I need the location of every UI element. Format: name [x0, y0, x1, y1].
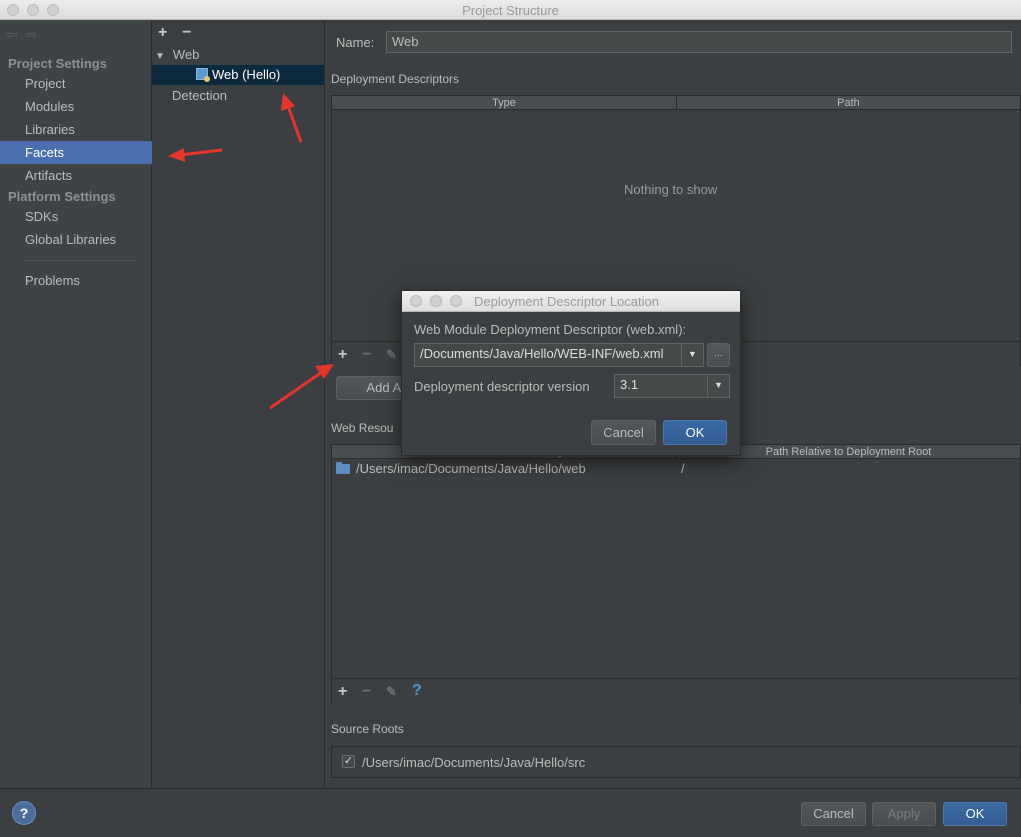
apply-button[interactable]: Apply — [872, 802, 936, 826]
forward-arrow-icon[interactable]: ⇨ — [26, 26, 38, 42]
table-row[interactable]: /Users/imac/Documents/Java/Hello/web — [336, 460, 676, 478]
cancel-button[interactable]: Cancel — [801, 802, 866, 826]
platform-settings-header: Platform Settings — [8, 189, 116, 204]
facet-name-input[interactable]: Web — [386, 31, 1012, 53]
column-path[interactable]: Path — [677, 96, 1020, 110]
add-web-resource-button[interactable]: + — [338, 684, 347, 700]
add-descriptor-button[interactable]: + — [338, 347, 347, 363]
folder-icon — [336, 462, 350, 474]
remove-facet-button[interactable]: − — [182, 25, 191, 41]
project-settings-header: Project Settings — [8, 56, 107, 71]
dialog-close-icon[interactable] — [410, 295, 422, 307]
edit-web-resource-pencil-icon[interactable]: ✎ — [386, 684, 397, 700]
remove-descriptor-button[interactable]: − — [362, 347, 371, 363]
tree-node-web-hello-label: Web (Hello) — [212, 67, 281, 82]
tree-node-web[interactable]: ▼ Web — [152, 45, 324, 65]
source-root-path: /Users/imac/Documents/Java/Hello/src — [362, 755, 586, 770]
empty-table-message: Nothing to show — [624, 182, 718, 197]
window-title-bar: Project Structure — [0, 0, 1021, 20]
sidebar-item-artifacts[interactable]: Artifacts — [0, 164, 152, 187]
sidebar-item-modules[interactable]: Modules — [0, 95, 152, 118]
sidebar-item-libraries[interactable]: Libraries — [0, 118, 152, 141]
descriptor-version-label: Deployment descriptor version — [414, 379, 590, 394]
sidebar-item-project[interactable]: Project — [0, 72, 152, 95]
descriptor-path-combo[interactable]: /Documents/Java/Hello/WEB-INF/web.xml ▼ — [414, 343, 704, 367]
facets-tree-pane: + − ▼ Web Web (Hello) Detection — [152, 20, 325, 788]
source-root-checkbox[interactable]: ✓ — [342, 755, 355, 768]
web-resource-directories-label: Web Resou — [331, 421, 394, 435]
descriptor-version-select[interactable]: 3.1 ▼ — [614, 374, 730, 398]
dialog-maximize-icon[interactable] — [450, 295, 462, 307]
deployment-descriptors-label: Deployment Descriptors — [331, 72, 460, 86]
edit-descriptor-pencil-icon[interactable]: ✎ — [386, 347, 397, 363]
relative-path-cell[interactable]: / — [681, 460, 685, 478]
dialog-title-bar: Deployment Descriptor Location — [402, 291, 740, 312]
remove-web-resource-button[interactable]: − — [362, 684, 371, 700]
expand-triangle-icon[interactable]: ▼ — [155, 51, 165, 62]
name-label: Name: — [336, 35, 375, 50]
nav-history: ⇦ ⇨ — [6, 26, 45, 43]
sidebar-item-sdks[interactable]: SDKs — [0, 205, 152, 228]
tree-node-web-hello[interactable]: Web (Hello) — [152, 65, 324, 85]
back-arrow-icon[interactable]: ⇦ — [6, 26, 18, 42]
descriptor-path-value: /Documents/Java/Hello/WEB-INF/web.xml — [420, 346, 664, 361]
sidebar-item-problems[interactable]: Problems — [0, 269, 152, 292]
dialog-title: Deployment Descriptor Location — [474, 294, 659, 309]
dialog-button-bar: ? Cancel Apply OK — [0, 788, 1021, 837]
window-title: Project Structure — [462, 3, 559, 18]
source-roots-label: Source Roots — [331, 722, 404, 736]
chevron-down-icon[interactable]: ▼ — [681, 344, 703, 366]
web-resource-directory-cell: /Users/imac/Documents/Java/Hello/web — [356, 461, 586, 476]
dialog-cancel-button[interactable]: Cancel — [591, 420, 656, 445]
ok-button[interactable]: OK — [943, 802, 1007, 826]
tree-node-web-label: Web — [172, 47, 200, 62]
descriptors-table-header: Type Path — [332, 96, 1020, 110]
sidebar-divider — [24, 260, 136, 261]
descriptor-path-label: Web Module Deployment Descriptor (web.xm… — [414, 322, 687, 337]
help-question-icon[interactable]: ? — [412, 683, 422, 699]
help-icon[interactable]: ? — [12, 801, 36, 825]
tree-node-detection[interactable]: Detection — [172, 86, 227, 106]
web-resource-directories-table: Web Resource Directory Path Relative to … — [331, 444, 1021, 704]
web-resource-toolbar: + − ✎ ? — [332, 678, 1020, 704]
sidebar-item-global-libraries[interactable]: Global Libraries — [0, 228, 152, 251]
settings-sidebar: ⇦ ⇨ Project Settings Project Modules Libr… — [0, 20, 152, 788]
web-facet-icon — [196, 68, 210, 82]
add-facet-button[interactable]: + — [158, 25, 167, 41]
dialog-minimize-icon[interactable] — [430, 295, 442, 307]
column-type[interactable]: Type — [332, 96, 677, 110]
version-chevron-down-icon[interactable]: ▼ — [707, 375, 729, 397]
descriptor-version-value: 3.1 — [620, 377, 639, 392]
dialog-ok-button[interactable]: OK — [663, 420, 727, 445]
sidebar-item-facets[interactable]: Facets — [0, 141, 152, 164]
browse-button[interactable]: ... — [707, 343, 730, 367]
source-roots-list: ✓ /Users/imac/Documents/Java/Hello/src — [331, 746, 1021, 778]
deployment-descriptor-location-dialog: Deployment Descriptor Location Web Modul… — [401, 290, 741, 456]
